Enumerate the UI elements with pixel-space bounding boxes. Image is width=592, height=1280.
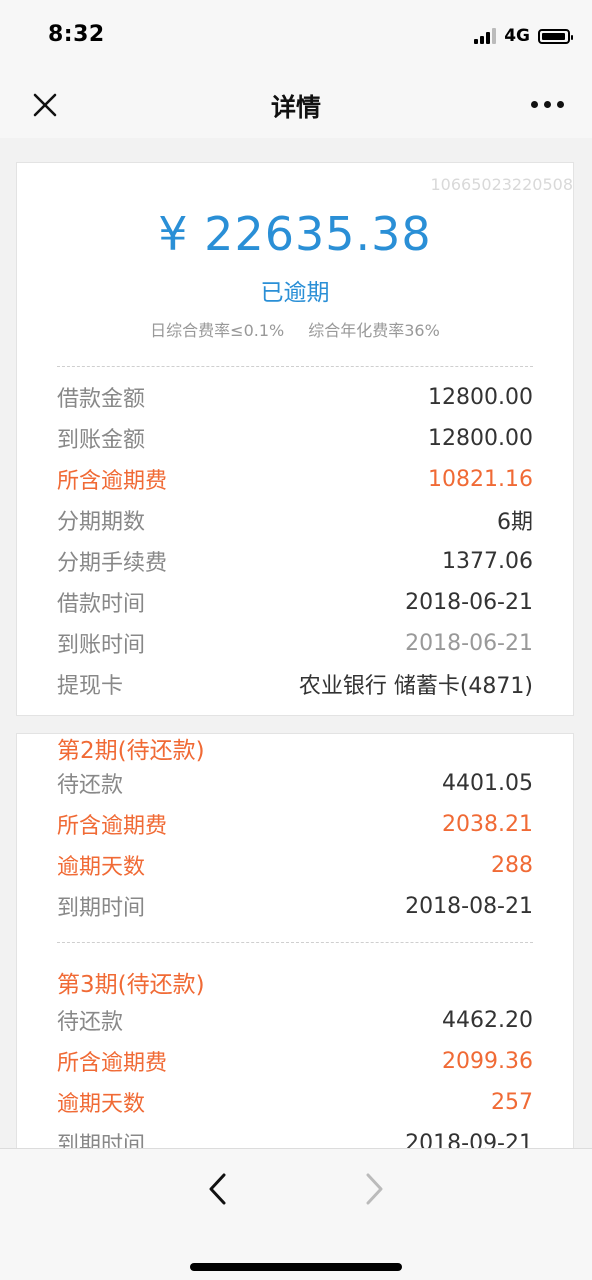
detail-row-loan-amount: 借款金额 12800.00 bbox=[57, 380, 533, 414]
detail-row-received-time: 到账时间 2018-06-21 bbox=[57, 626, 533, 660]
rate-info: 日综合费率≤0.1% 综合年化费率36% bbox=[17, 317, 573, 341]
detail-label: 分期手续费 bbox=[57, 551, 168, 576]
period-value: 4462.20 bbox=[442, 1007, 533, 1033]
back-arrow-icon[interactable] bbox=[200, 1169, 236, 1209]
annual-rate: 综合年化费率36% bbox=[308, 321, 440, 340]
period-row-pending: 待还款 4462.20 bbox=[57, 1003, 533, 1037]
detail-label: 所含逾期费 bbox=[57, 469, 168, 494]
detail-value: 12800.00 bbox=[428, 384, 533, 410]
period-value: 288 bbox=[491, 852, 533, 878]
nav-bar: 详情 bbox=[0, 72, 592, 138]
period-row-pending: 待还款 4401.05 bbox=[57, 766, 533, 800]
detail-label: 到账金额 bbox=[57, 428, 146, 453]
period-label: 所含逾期费 bbox=[57, 1051, 168, 1076]
detail-label: 到账时间 bbox=[57, 633, 146, 658]
home-indicator[interactable] bbox=[190, 1263, 402, 1271]
daily-rate: 日综合费率≤0.1% bbox=[150, 321, 285, 340]
detail-value: 10821.16 bbox=[428, 466, 533, 492]
page-title: 详情 bbox=[270, 93, 321, 122]
detail-value: 12800.00 bbox=[428, 425, 533, 451]
more-icon[interactable] bbox=[531, 101, 564, 108]
status-time: 8:32 bbox=[48, 22, 105, 47]
detail-label: 分期期数 bbox=[57, 510, 146, 535]
period-label: 逾期天数 bbox=[57, 1092, 146, 1117]
status-indicators: 4G bbox=[474, 26, 573, 46]
forward-arrow-icon[interactable] bbox=[356, 1169, 392, 1209]
period-row-overdue-days: 逾期天数 257 bbox=[57, 1085, 533, 1119]
period-value: 257 bbox=[491, 1089, 533, 1115]
period-label: 逾期天数 bbox=[57, 855, 146, 880]
installments-card: 第2期(待还款) 待还款 4401.05 所含逾期费 2038.21 逾期天数 … bbox=[16, 733, 574, 1153]
detail-row-installment-fee: 分期手续费 1377.06 bbox=[57, 544, 533, 578]
detail-value: 农业银行 储蓄卡(4871) bbox=[298, 674, 533, 699]
period-label: 到期时间 bbox=[57, 896, 146, 921]
period-label: 所含逾期费 bbox=[57, 814, 168, 839]
period-row-overdue-days: 逾期天数 288 bbox=[57, 848, 533, 882]
detail-value: 2018-06-21 bbox=[405, 630, 533, 656]
period-label: 待还款 bbox=[57, 773, 124, 798]
period-value: 2038.21 bbox=[442, 811, 533, 837]
battery-icon bbox=[538, 28, 573, 44]
browser-toolbar bbox=[0, 1148, 592, 1280]
detail-row-withdraw-card: 提现卡 农业银行 储蓄卡(4871) bbox=[57, 667, 533, 701]
status-bar: 8:32 4G bbox=[0, 0, 592, 72]
period-value: 2099.36 bbox=[442, 1048, 533, 1074]
divider bbox=[57, 366, 533, 367]
signal-icon bbox=[474, 28, 497, 44]
period-row-overdue-fee: 所含逾期费 2038.21 bbox=[57, 807, 533, 841]
detail-label: 借款金额 bbox=[57, 387, 146, 412]
loan-status: 已逾期 bbox=[260, 280, 330, 306]
period-row-due-date: 到期时间 2018-08-21 bbox=[57, 889, 533, 923]
detail-value: 2018-06-21 bbox=[405, 589, 533, 615]
divider bbox=[57, 942, 533, 943]
detail-value: 1377.06 bbox=[442, 548, 533, 574]
detail-value: 6期 bbox=[497, 510, 533, 535]
period-label: 待还款 bbox=[57, 1010, 124, 1035]
detail-row-received-amount: 到账金额 12800.00 bbox=[57, 421, 533, 455]
detail-label: 提现卡 bbox=[57, 674, 124, 699]
period-title: 第2期(待还款) bbox=[57, 738, 205, 764]
loan-summary-card: 10665023220508 ¥ 22635.38 已逾期 日综合费率≤0.1%… bbox=[16, 162, 574, 716]
detail-label: 借款时间 bbox=[57, 592, 146, 617]
detail-row-overdue-fee: 所含逾期费 10821.16 bbox=[57, 462, 533, 496]
period-value: 2018-08-21 bbox=[405, 893, 533, 919]
detail-row-installments: 分期期数 6期 bbox=[57, 503, 533, 537]
detail-row-loan-time: 借款时间 2018-06-21 bbox=[57, 585, 533, 619]
period-row-overdue-fee: 所含逾期费 2099.36 bbox=[57, 1044, 533, 1078]
order-id: 10665023220508 bbox=[430, 175, 573, 194]
period-title: 第3期(待还款) bbox=[57, 972, 205, 998]
period-value: 4401.05 bbox=[442, 770, 533, 796]
network-type: 4G bbox=[504, 26, 530, 46]
total-amount: ¥ 22635.38 bbox=[158, 207, 432, 261]
